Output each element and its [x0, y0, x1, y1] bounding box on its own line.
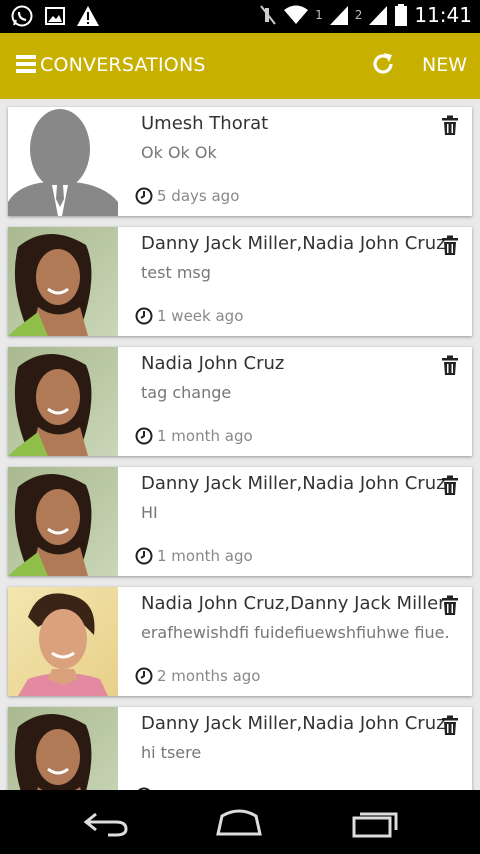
whatsapp-icon: [11, 5, 33, 27]
conversation-timestamp: 1 month ago: [135, 547, 253, 565]
navigation-bar: [0, 790, 480, 854]
home-icon[interactable]: [214, 808, 264, 838]
clock-icon: [135, 667, 153, 685]
conversation-name: Nadia John Cruz,Danny Jack Miller: [141, 593, 446, 614]
conversation-last-message: Ok Ok Ok: [141, 143, 217, 162]
time-label: 1 month ago: [157, 427, 253, 445]
conversation-name: Danny Jack Miller,Nadia John Cruz: [141, 233, 446, 254]
avatar: [8, 227, 118, 336]
conversation-item[interactable]: Danny Jack Miller,Nadia John Cruz HI 1 m…: [8, 467, 472, 576]
clock-icon: [135, 187, 153, 205]
delete-icon[interactable]: [441, 595, 459, 615]
avatar: [8, 587, 118, 696]
avatar: [8, 707, 118, 790]
sim1-label: 1: [315, 8, 323, 22]
conversation-name: Nadia John Cruz: [141, 353, 285, 374]
conversation-last-message: tag change: [141, 383, 232, 402]
conversation-item[interactable]: Nadia John Cruz,Danny Jack Miller erafhe…: [8, 587, 472, 696]
refresh-icon[interactable]: [370, 51, 396, 77]
conversation-name: Danny Jack Miller,Nadia John Cruz: [141, 713, 446, 734]
status-bar: 1 2 11:41: [0, 0, 480, 33]
conversation-item[interactable]: Danny Jack Miller,Nadia John Cruz test m…: [8, 227, 472, 336]
conversation-item[interactable]: Nadia John Cruz tag change 1 month ago: [8, 347, 472, 456]
delete-icon[interactable]: [441, 235, 459, 255]
conversation-last-message: HI: [141, 503, 158, 522]
clock-icon: [135, 547, 153, 565]
signal-icon: [369, 6, 388, 25]
image-icon: [45, 7, 65, 25]
delete-icon[interactable]: [441, 715, 459, 735]
recents-icon[interactable]: [350, 808, 400, 838]
conversation-timestamp: 1 month ago: [135, 427, 253, 445]
sim2-label: 2: [354, 8, 363, 22]
page-title: CONVERSATIONS: [40, 54, 206, 76]
time-label: 1 week ago: [157, 307, 244, 325]
app-bar: CONVERSATIONS NEW: [0, 33, 480, 99]
battery-icon: [395, 4, 408, 26]
clock-icon: [135, 427, 153, 445]
avatar: [8, 467, 118, 576]
delete-icon[interactable]: [441, 475, 459, 495]
conversation-item[interactable]: Danny Jack Miller,Nadia John Cruz hi tse…: [8, 707, 472, 790]
new-conversation-button[interactable]: NEW: [422, 54, 467, 76]
avatar: [8, 107, 118, 216]
time-label: 1 month ago: [157, 547, 253, 565]
time-label: 5 days ago: [157, 187, 240, 205]
conversation-last-message: hi tsere: [141, 743, 202, 762]
conversation-timestamp: 2 months ago: [135, 667, 260, 685]
warning-icon: [77, 6, 99, 26]
delete-icon[interactable]: [441, 115, 459, 135]
conversation-item[interactable]: Umesh Thorat Ok Ok Ok 5 days ago: [8, 107, 472, 216]
status-time: 11:41: [414, 3, 472, 27]
signal-icon: [329, 6, 348, 25]
mute-icon: [260, 5, 276, 25]
clock-icon: [135, 307, 153, 325]
conversation-timestamp: 1 week ago: [135, 307, 243, 325]
menu-icon[interactable]: [16, 55, 36, 73]
time-label: 2 months ago: [157, 667, 261, 685]
conversation-last-message: erafhewishdfi fuidefiuewshfiuhwe fiue...: [141, 623, 451, 642]
avatar: [8, 347, 118, 456]
conversation-name: Danny Jack Miller,Nadia John Cruz: [141, 473, 446, 494]
conversation-last-message: test msg: [141, 263, 211, 282]
conversation-list[interactable]: Umesh Thorat Ok Ok Ok 5 days ago Danny J…: [0, 99, 480, 790]
conversation-timestamp: 5 days ago: [135, 187, 239, 205]
back-icon[interactable]: [82, 808, 132, 838]
conversation-name: Umesh Thorat: [141, 113, 269, 134]
wifi-icon: [284, 5, 309, 24]
delete-icon[interactable]: [441, 355, 459, 375]
